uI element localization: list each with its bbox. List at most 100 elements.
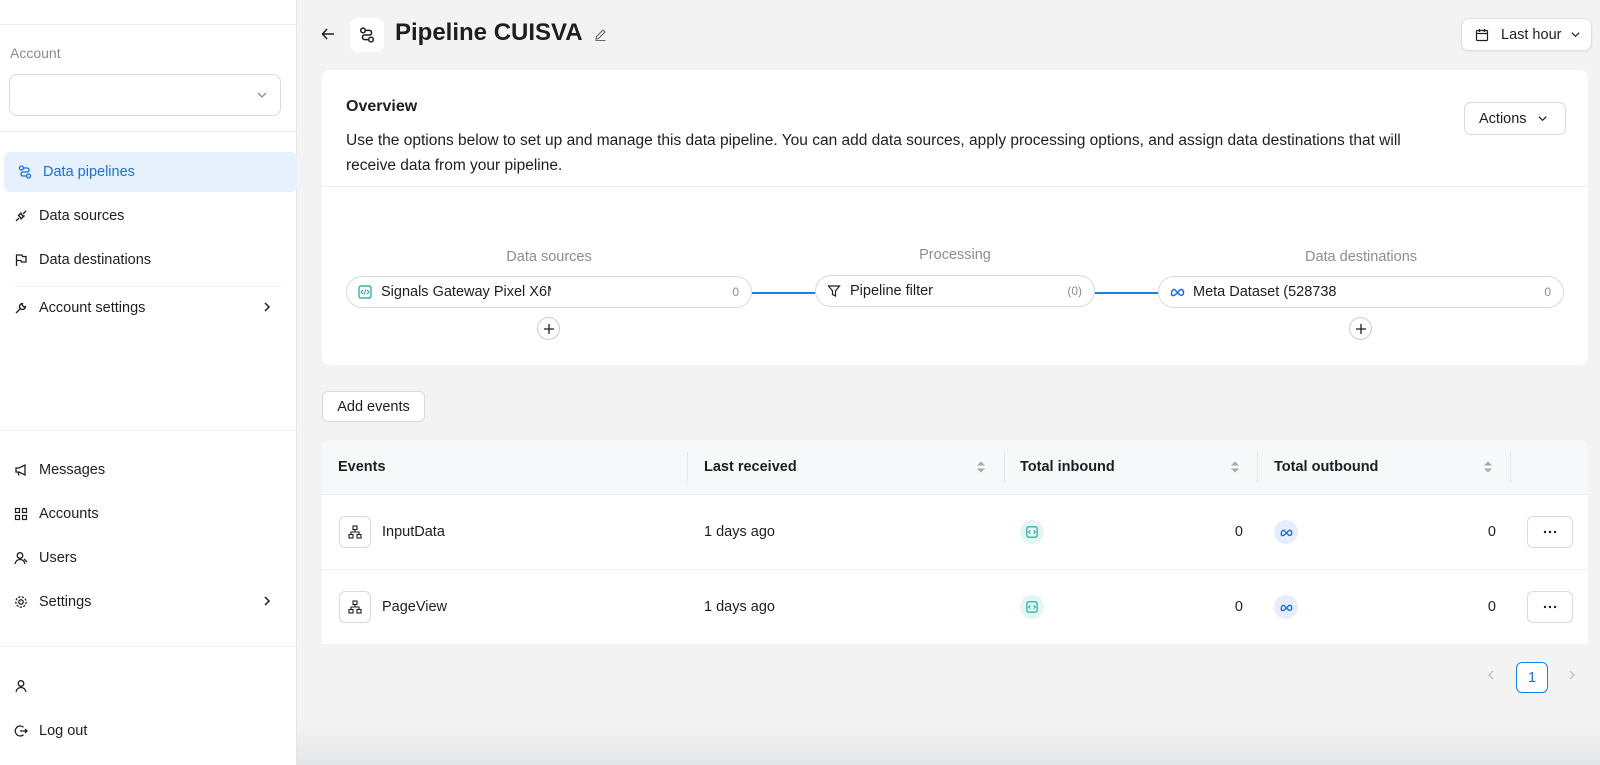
sidebar-item-label: Log out [39,723,88,739]
meta-icon [1274,520,1298,544]
table-header: Events Last received Total inbound Total… [322,440,1588,494]
sidebar-item-profile[interactable] [0,666,293,706]
event-total-outbound: 0 [1487,599,1496,615]
sidebar-item-label: Data destinations [39,252,152,268]
data-destination-name: Meta Dataset (528738 [1193,284,1337,300]
sidebar-divider [0,646,297,647]
sidebar-item-data-pipelines[interactable]: Data pipelines [4,152,297,192]
sidebar-item-accounts[interactable]: Accounts [0,494,293,534]
data-destination-count: 0 [1544,285,1551,299]
processing-count: (0) [1067,284,1082,298]
chevron-down-icon [1537,116,1547,122]
sort-icon[interactable] [1483,460,1493,474]
column-divider [1004,452,1005,482]
overview-divider [322,186,1588,187]
data-source-pill[interactable]: Signals Gateway Pixel X6M 0 [346,276,752,308]
event-last-received: 1 days ago [704,599,775,615]
actions-label: Actions [1479,110,1527,127]
event-total-inbound: 0 [1234,524,1243,540]
sidebar-item-label: Settings [39,594,92,610]
previous-page-button[interactable] [1485,668,1497,686]
event-total-inbound: 0 [1234,599,1243,615]
plus-icon [543,323,554,334]
data-sources-label: Data sources [506,249,592,265]
date-range-button[interactable]: Last hour [1461,18,1592,51]
add-data-destination-button[interactable] [1349,317,1372,340]
back-button[interactable] [318,24,338,44]
add-data-source-button[interactable] [537,317,560,340]
chevron-right-icon [264,596,271,606]
pipeline-connector [751,292,816,294]
sort-icon[interactable] [1230,460,1240,474]
sidebar-top-divider [0,24,297,25]
event-name[interactable]: PageView [382,599,447,615]
sidebar-item-label: Account settings [39,300,146,316]
pencil-icon [595,29,606,42]
data-destination-pill[interactable]: Meta Dataset (528738 0 [1158,276,1564,308]
row-more-button[interactable] [1527,516,1573,548]
sidebar-item-messages[interactable]: Messages [0,450,293,490]
edit-title-button[interactable] [594,28,607,46]
processing-pill[interactable]: Pipeline filter (0) [815,275,1095,307]
sidebar-item-label: Accounts [39,506,99,522]
sort-icon[interactable] [976,460,986,474]
column-header-events: Events [338,459,386,475]
arrow-left-icon [321,28,334,40]
date-range-label: Last hour [1501,26,1562,43]
sidebar-item-label: Data pipelines [43,164,135,180]
meta-icon [1274,595,1298,619]
overview-card: Overview Use the options below to set up… [322,70,1588,365]
processing-name: Pipeline filter [850,283,934,299]
sidebar-item-account-settings[interactable]: Account settings [0,288,293,328]
row-more-button[interactable] [1527,591,1573,623]
bottom-fade [297,725,1600,765]
data-source-count: 0 [732,285,739,299]
users-icon [13,550,29,566]
chevron-down-icon [1571,32,1581,38]
event-name[interactable]: InputData [382,524,445,540]
column-header-last-received[interactable]: Last received [704,440,797,494]
sidebar: Account Data pipelines Data sources Data… [0,0,297,765]
sidebar-item-settings[interactable]: Settings [0,582,293,622]
sidebar-item-users[interactable]: Users [0,538,293,578]
account-label: Account [10,45,61,61]
overview-title: Overview [346,98,418,115]
sidebar-divider [14,286,282,287]
chevron-right-icon [1569,670,1575,680]
event-total-outbound: 0 [1487,524,1496,540]
plus-icon [1355,323,1366,334]
meta-icon [1169,284,1185,300]
sidebar-item-log-out[interactable]: Log out [0,711,293,751]
page-number-button[interactable]: 1 [1516,662,1548,693]
account-select[interactable] [9,74,281,116]
sidebar-item-data-sources[interactable]: Data sources [0,196,293,236]
sidebar-item-label: Users [39,550,77,566]
sidebar-item-data-destinations[interactable]: Data destinations [0,240,293,280]
table-row: InputData 1 days ago 0 0 [322,494,1588,569]
code-icon [1020,595,1044,619]
add-events-button[interactable]: Add events [322,391,425,422]
more-icon [1543,530,1557,534]
flag-icon [13,252,29,268]
more-icon [1543,605,1557,609]
column-header-total-inbound[interactable]: Total inbound [1020,440,1115,494]
overview-description: Use the options below to set up and mana… [346,132,1401,174]
column-divider [687,452,688,482]
gear-icon [13,594,29,610]
event-hierarchy-icon [339,516,371,548]
actions-button[interactable]: Actions [1464,102,1566,135]
sidebar-divider [0,430,297,431]
user-icon [13,678,29,694]
next-page-button[interactable] [1566,668,1578,686]
chevron-left-icon [1488,670,1494,680]
data-source-icon [13,208,29,224]
column-header-total-outbound[interactable]: Total outbound [1274,440,1378,494]
filter-icon [826,283,842,299]
code-icon [357,284,373,300]
megaphone-icon [13,462,29,478]
logout-icon [13,723,29,739]
column-divider [1510,452,1511,482]
sidebar-divider [0,131,297,132]
data-destinations-label: Data destinations [1304,249,1418,265]
event-last-received: 1 days ago [704,524,775,540]
